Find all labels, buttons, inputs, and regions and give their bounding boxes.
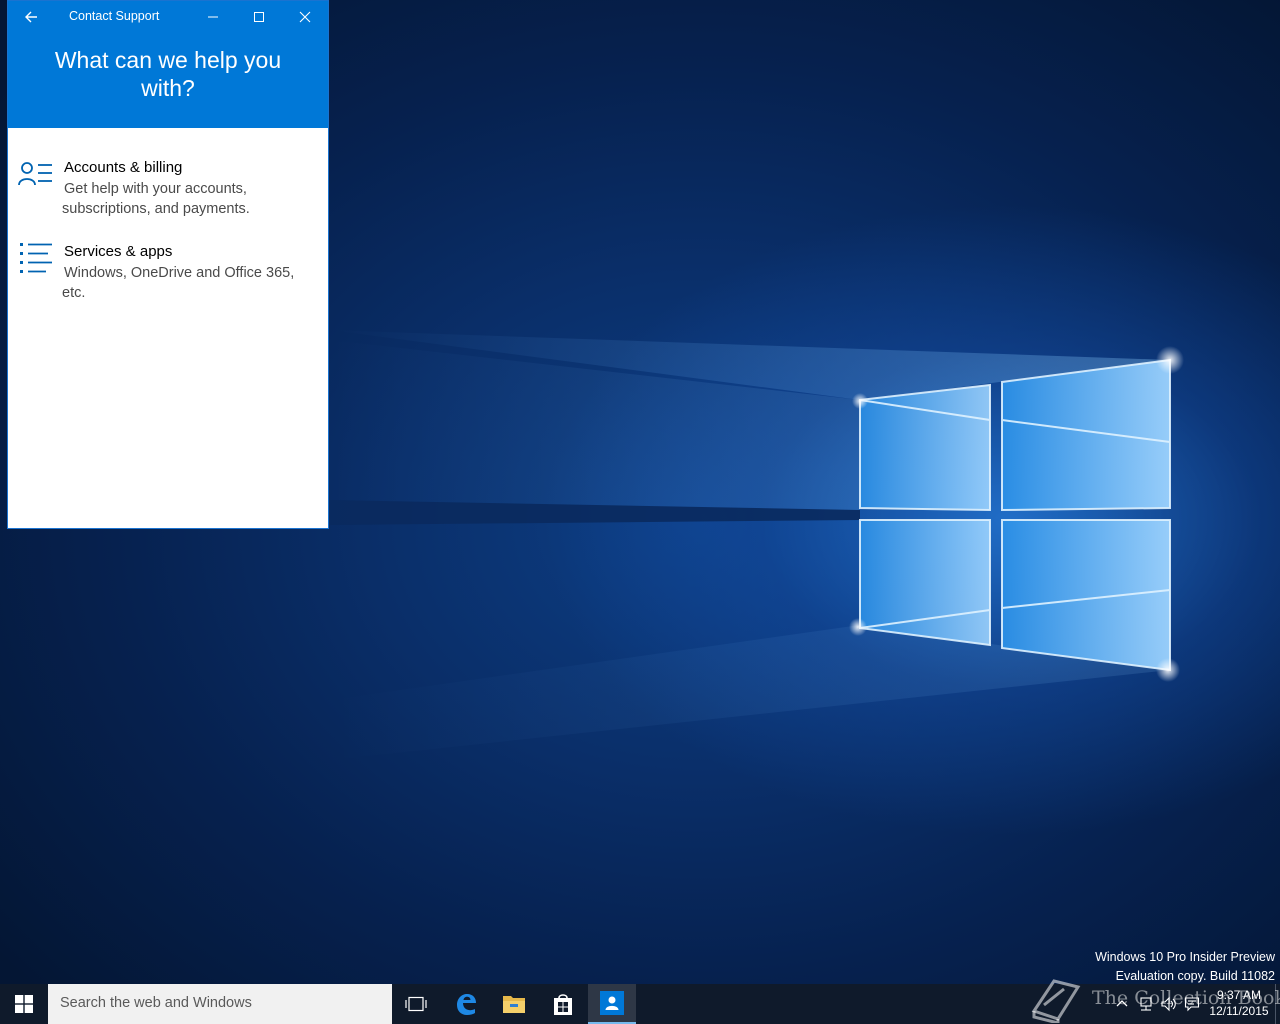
option-description: Windows, OneDrive and Office 365, etc. <box>62 265 295 301</box>
book-icon <box>1031 979 1081 1023</box>
task-view-button[interactable] <box>392 984 440 1024</box>
person-list-icon <box>18 162 52 186</box>
contact-support-window: Contact Support What can we help you wit… <box>7 0 329 529</box>
window-title: Contact Support <box>69 9 160 23</box>
option-services-apps[interactable]: Services & apps Windows, OneDrive and Of… <box>8 235 328 305</box>
start-button[interactable] <box>0 984 48 1024</box>
header-banner: What can we help you with? <box>8 33 328 128</box>
option-accounts-billing[interactable]: Accounts & billing Get help with your ac… <box>8 151 328 221</box>
store-bag-icon <box>554 994 572 1015</box>
contact-support-icon <box>600 991 624 1015</box>
contact-support-taskbar-button[interactable] <box>588 984 636 1024</box>
title-bar[interactable]: Contact Support <box>8 1 328 33</box>
store-button[interactable] <box>539 984 587 1024</box>
watermark-line-1: Windows 10 Pro Insider Preview <box>1095 950 1275 964</box>
site-watermark-text: The Collection Book <box>1092 987 1280 1009</box>
task-view-icon <box>405 996 427 1012</box>
bulleted-list-icon <box>20 243 52 273</box>
maximize-button[interactable] <box>236 1 282 33</box>
page-heading: What can we help you with? <box>54 47 282 101</box>
edge-button[interactable] <box>442 984 490 1024</box>
maximize-icon <box>254 12 264 22</box>
folder-icon <box>503 996 525 1013</box>
taskbar-search-box[interactable]: Search the web and Windows <box>48 984 392 1024</box>
option-title: Services & apps <box>64 243 173 260</box>
site-watermark: The Collection Book <box>1028 973 1280 1023</box>
edge-browser-icon <box>457 994 476 1015</box>
minimize-button[interactable] <box>190 1 236 33</box>
back-button[interactable] <box>8 1 54 33</box>
close-button[interactable] <box>282 1 328 33</box>
file-explorer-button[interactable] <box>490 984 538 1024</box>
back-arrow-icon <box>25 11 37 23</box>
minimize-icon <box>208 16 218 18</box>
close-icon <box>299 11 311 23</box>
search-input[interactable]: Search the web and Windows <box>60 995 252 1011</box>
windows-logo-icon <box>15 995 33 1013</box>
option-title: Accounts & billing <box>64 159 183 176</box>
option-description: Get help with your accounts, subscriptio… <box>62 181 250 217</box>
